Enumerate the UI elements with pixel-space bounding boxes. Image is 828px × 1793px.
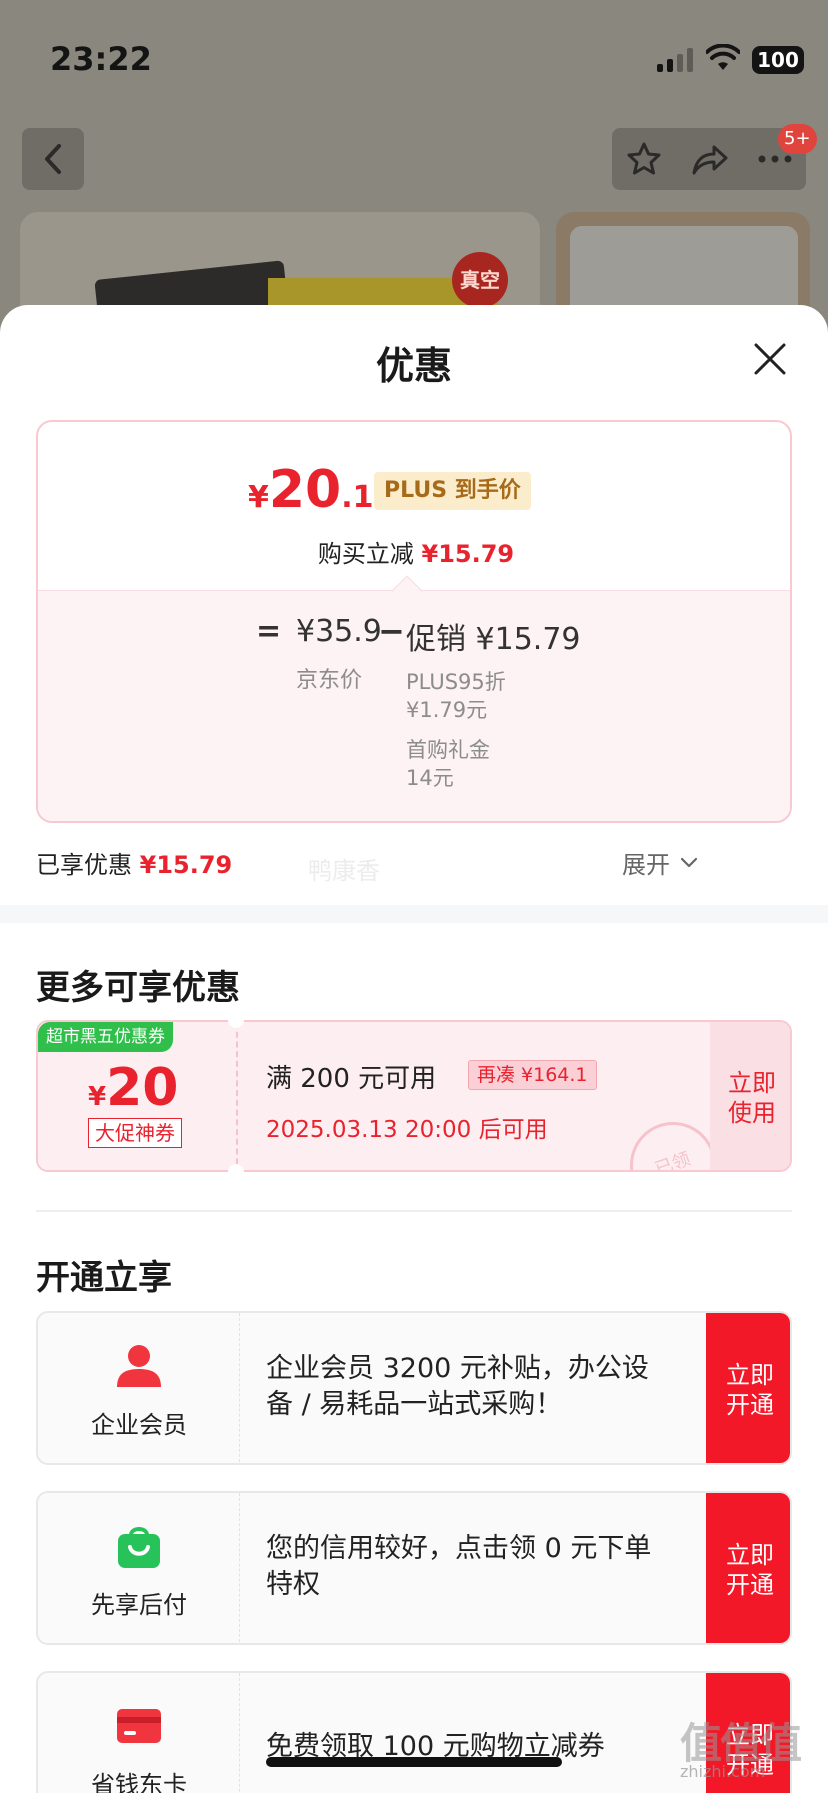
coupon-card[interactable]: 超市黑五优惠券 ¥20 大促神券 满 200 元可用 再凑 ¥164.1 202… (36, 1020, 792, 1172)
coupon-notch-top (228, 1012, 244, 1028)
faded-text: 鸭康香 (308, 857, 380, 885)
star-icon[interactable] (625, 140, 663, 178)
open-now-button[interactable]: 立即 开通 (706, 1313, 790, 1463)
coupon-notch-bottom (228, 1164, 244, 1180)
more-icon[interactable] (757, 154, 793, 164)
coupon-remaining: 再凑 ¥164.1 (468, 1060, 597, 1090)
service-description: 您的信用较好，点击领 0 元下单特权 (266, 1533, 652, 1600)
expand-label: 展开 (622, 851, 670, 879)
plus-price-tag: PLUS 到手价 (374, 472, 531, 510)
service-name: 先享后付 (91, 1591, 187, 1619)
service-name: 企业会员 (91, 1411, 187, 1439)
more-discounts-title: 更多可享优惠 (36, 968, 240, 1008)
open-benefits-title: 开通立享 (36, 1258, 172, 1298)
coupon-condition: 满 200 元可用 (266, 1064, 437, 1094)
background-page: 23:22 100 5+ 真空 (0, 0, 828, 330)
service-card-savings-card[interactable]: 省钱东卡 免费领取 100 元购物立减券 立即 开通 (36, 1671, 792, 1793)
jd-price: ¥35.9 (296, 614, 382, 649)
equals-sign: = (256, 614, 282, 649)
coupon-amount: ¥20 (88, 1058, 179, 1118)
coupon-value-area: 超市黑五优惠券 ¥20 大促神券 (38, 1022, 238, 1170)
promotion-detail-plus: PLUS95折 ¥1.79元 (406, 670, 506, 722)
service-card-enterprise[interactable]: 企业会员 企业会员 3200 元补贴，办公设备 / 易耗品一站式采购！ 立即 开通 (36, 1311, 792, 1465)
close-icon[interactable] (752, 341, 788, 377)
use-coupon-button[interactable]: 立即 使用 (710, 1022, 790, 1170)
chevron-down-icon (680, 857, 698, 867)
price-breakdown-card: ¥20.11 PLUS 到手价 购买立减 ¥15.79 = ¥35.9 京东价 … (36, 420, 792, 823)
notification-badge: 5+ (778, 124, 817, 154)
service-card-paylater[interactable]: 先享后付 您的信用较好，点击领 0 元下单特权 立即 开通 (36, 1491, 792, 1645)
person-icon (117, 1345, 161, 1387)
promotion-amount: 促销 ¥15.79 (406, 622, 581, 657)
enjoyed-discount: 已享优惠 ¥15.79 (36, 851, 233, 879)
expand-button[interactable]: 展开 (622, 845, 698, 880)
sheet-title: 优惠 (375, 344, 452, 388)
site-watermark-url: zhizhi.com (680, 1762, 766, 1781)
shopping-bag-icon (118, 1527, 160, 1568)
discount-sheet: 优惠 ¥20.11 PLUS 到手价 购买立减 ¥15.79 = ¥35.9 京… (0, 305, 828, 1793)
status-bar: 23:22 100 (0, 0, 828, 110)
instant-reduction: 购买立减 ¥15.79 (317, 540, 515, 568)
status-time: 23:22 (50, 40, 152, 78)
coupon-tag: 超市黑五优惠券 (38, 1022, 173, 1052)
minus-sign: − (378, 612, 405, 650)
promotion-detail-gift: 首购礼金 14元 (406, 738, 490, 790)
card-icon (117, 1709, 161, 1743)
battery-icon: 100 (752, 46, 804, 74)
wifi-icon (706, 44, 740, 70)
chevron-left-icon (45, 144, 61, 174)
open-now-button[interactable]: 立即 开通 (706, 1493, 790, 1643)
divider-line (36, 1210, 792, 1212)
banner-tag: 真空 (452, 252, 508, 308)
coupon-valid-time: 2025.03.13 20:00 后可用 (266, 1117, 548, 1143)
coupon-type: 大促神券 (88, 1118, 182, 1148)
home-indicator[interactable] (266, 1757, 562, 1767)
cellular-signal-icon (657, 48, 693, 72)
section-divider (0, 905, 828, 923)
share-icon[interactable] (690, 141, 730, 177)
jd-price-label: 京东价 (296, 668, 363, 693)
back-button[interactable] (22, 128, 84, 190)
final-price: ¥20.11 (248, 460, 395, 520)
top-actions (612, 128, 806, 190)
service-description: 企业会员 3200 元补贴，办公设备 / 易耗品一站式采购！ (266, 1353, 649, 1420)
service-name: 省钱东卡 (91, 1771, 187, 1793)
